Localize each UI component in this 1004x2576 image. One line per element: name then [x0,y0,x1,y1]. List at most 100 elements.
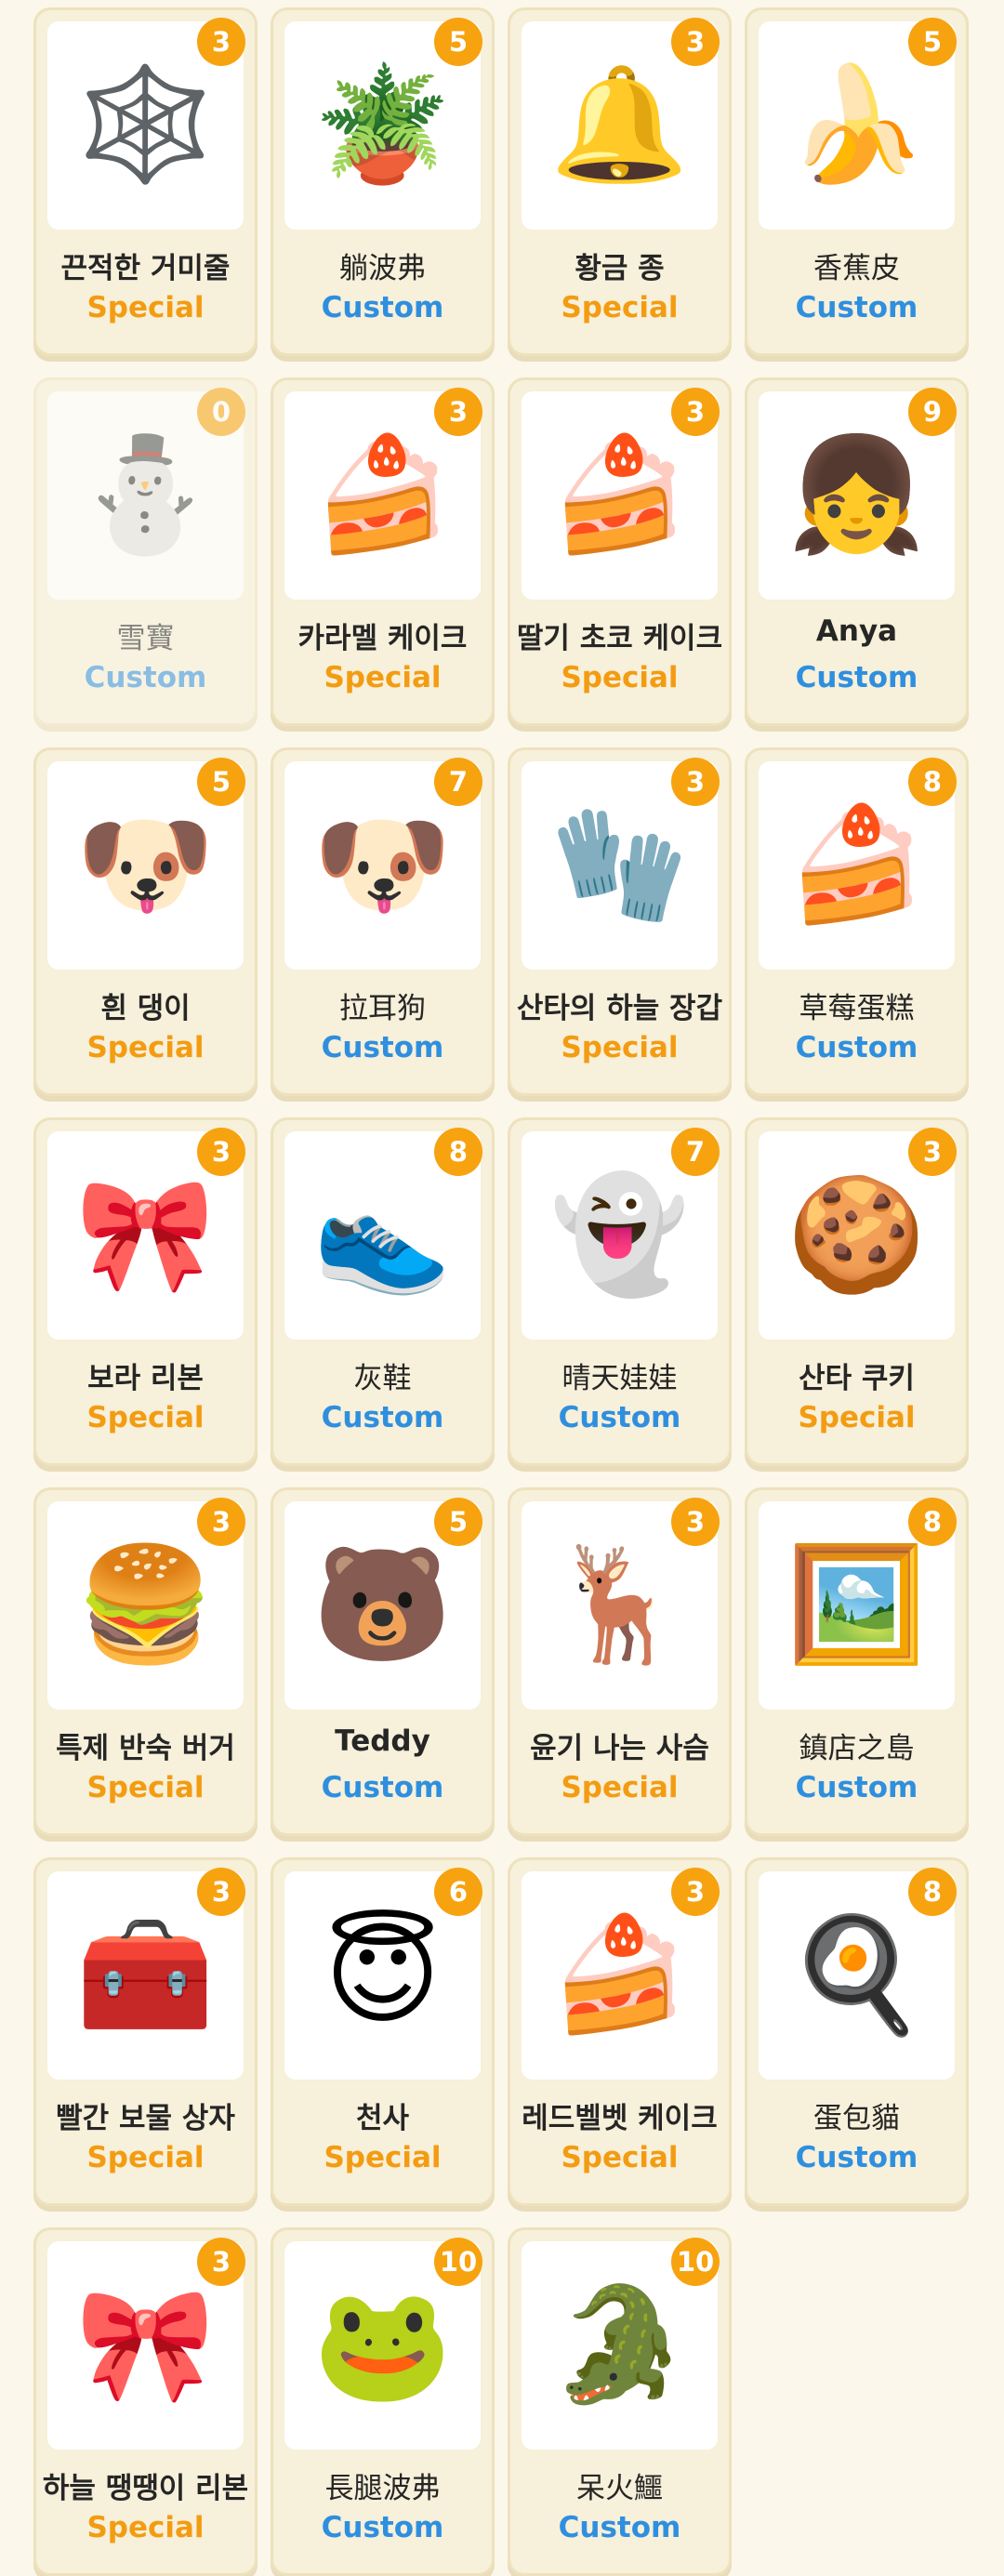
blue-mitten-icon: 🧤 [549,800,690,930]
count-badge: 10 [671,2238,720,2286]
strawberry-choco-cake-icon: 🍰 [549,430,690,560]
item-card[interactable]: 🧤 3 산타의 하늘 장갑 Special [508,747,732,1096]
item-card[interactable]: 🔔 3 황금 종 Special [508,7,732,356]
item-name: 晴天娃娃 [561,1362,678,1395]
item-name: 카라멜 케이크 [297,622,468,655]
green-long-leg-creature-icon: 🐸 [312,2280,453,2410]
count-badge: 5 [434,1498,482,1546]
item-name: 천사 [355,2102,410,2135]
count-badge: 6 [434,1868,482,1916]
item-card[interactable]: 🦌 3 윤기 나는 사슴 Special [508,1487,732,1836]
item-card[interactable]: 🐻 5 Teddy Custom [271,1487,495,1836]
item-category: Special [561,661,679,694]
item-category: Special [86,291,205,324]
angel-face-icon: 😇 [324,1910,442,2040]
item-name: 끈적한 거미줄 [60,252,231,285]
gingerbread-santa-icon: 🍪 [786,1170,927,1300]
count-badge: 10 [434,2238,482,2286]
item-category: Special [86,1401,205,1434]
item-card[interactable]: 🐶 5 흰 댕이 Special [33,747,258,1096]
item-card[interactable]: 🐶 7 拉耳狗 Custom [271,747,495,1096]
item-category: Special [86,2511,205,2544]
count-badge: 9 [908,388,957,436]
strawberry-cake-icon: 🍰 [786,800,927,930]
item-category: Custom [558,2511,681,2544]
item-card[interactable]: 🕸️ 3 끈적한 거미줄 Special [33,7,258,356]
teru-teru-bozu-icon: 👻 [549,1170,690,1300]
item-category: Special [798,1401,916,1434]
item-card[interactable]: 🍔 3 특제 반숙 버거 Special [33,1487,258,1836]
count-badge: 3 [197,1128,245,1176]
item-card[interactable]: 🧰 3 빨간 보물 상자 Special [33,1857,258,2206]
item-card[interactable]: 🍰 3 카라멜 케이크 Special [271,377,495,726]
item-card[interactable]: 🍌 5 香蕉皮 Custom [745,7,969,356]
item-card[interactable]: 🎀 3 보라 리본 Special [33,1117,258,1466]
item-name: 香蕉皮 [813,252,900,285]
count-badge: 8 [908,1498,957,1546]
count-badge: 3 [908,1128,957,1176]
item-name: 長腿波弗 [324,2472,441,2505]
item-category: Custom [558,1401,681,1434]
item-category: Custom [795,1771,918,1804]
item-grid: 🕸️ 3 끈적한 거미줄 Special 🪴 5 躺波弗 Custom 🔔 3 … [33,0,969,2576]
item-category: Custom [84,661,207,694]
count-badge: 3 [197,1868,245,1916]
item-card[interactable]: 🖼️ 8 鎮店之島 Custom [745,1487,969,1836]
grey-shoes-icon: 👟 [312,1170,453,1300]
item-card[interactable]: 🍪 3 산타 쿠키 Special [745,1117,969,1466]
spider-web-icon: 🕸️ [75,60,216,190]
red-velvet-cake-icon: 🍰 [549,1910,690,2040]
count-badge: 3 [434,388,482,436]
item-category: Custom [321,291,444,324]
fire-crocodile-icon: 🐊 [549,2280,690,2410]
item-name: 산타 쿠키 [799,1362,915,1395]
item-card[interactable]: ⛄ 0 雪寶 Custom [33,377,258,726]
item-category: Special [86,1031,205,1064]
count-badge: 3 [197,2238,245,2286]
anya-face-icon: 👧 [786,430,927,560]
count-badge: 3 [671,758,720,806]
item-category: Custom [321,2511,444,2544]
item-card[interactable]: 👟 8 灰鞋 Custom [271,1117,495,1466]
deer-icon: 🦌 [549,1540,690,1670]
item-card[interactable]: 🪴 5 躺波弗 Custom [271,7,495,356]
item-name: 보라 리본 [87,1362,204,1395]
item-card[interactable]: 🍰 3 딸기 초코 케이크 Special [508,377,732,726]
item-category: Special [561,2141,679,2174]
item-card[interactable]: 👧 9 Anya Custom [745,377,969,726]
count-badge: 3 [671,388,720,436]
item-category: Custom [321,1031,444,1064]
count-badge: 3 [197,18,245,66]
item-category: Custom [321,1401,444,1434]
count-badge: 3 [197,1498,245,1546]
item-card[interactable]: 🐸 10 長腿波弗 Custom [271,2227,495,2576]
item-name: 산타의 하늘 장갑 [516,992,723,1025]
item-card[interactable]: 🐊 10 呆火鱷 Custom [508,2227,732,2576]
blue-dotted-ribbon-icon: 🎀 [75,2280,216,2410]
item-card[interactable]: 🍳 8 蛋包貓 Custom [745,1857,969,2206]
item-category: Custom [795,1031,918,1064]
teddy-bear-icon: 🐻 [312,1540,453,1670]
white-puppy-icon: 🐶 [75,800,216,930]
count-badge: 7 [434,758,482,806]
item-card[interactable]: 🍰 8 草莓蛋糕 Custom [745,747,969,1096]
snowman-icon: ⛄ [75,430,216,560]
count-badge: 5 [434,18,482,66]
item-card[interactable]: 👻 7 晴天娃娃 Custom [508,1117,732,1466]
item-name: 呆火鱷 [576,2472,663,2505]
item-name: 흰 댕이 [100,992,191,1025]
item-card[interactable]: 😇 6 천사 Special [271,1857,495,2206]
count-badge: 3 [671,1868,720,1916]
item-card[interactable]: 🎀 3 하늘 땡땡이 리본 Special [33,2227,258,2576]
item-name: 躺波弗 [339,252,426,285]
blue-dog-icon: 🐶 [312,800,453,930]
item-name: 하늘 땡땡이 리본 [42,2472,249,2505]
item-name: 빨간 보물 상자 [56,2102,235,2135]
green-creature-pot-icon: 🪴 [312,60,453,190]
item-category: Special [561,291,679,324]
count-badge: 5 [197,758,245,806]
item-name: Teddy [335,1724,430,1758]
item-category: Special [324,2141,442,2174]
item-card[interactable]: 🍰 3 레드벨벳 케이크 Special [508,1857,732,2206]
item-name: 鎮店之島 [799,1732,915,1765]
